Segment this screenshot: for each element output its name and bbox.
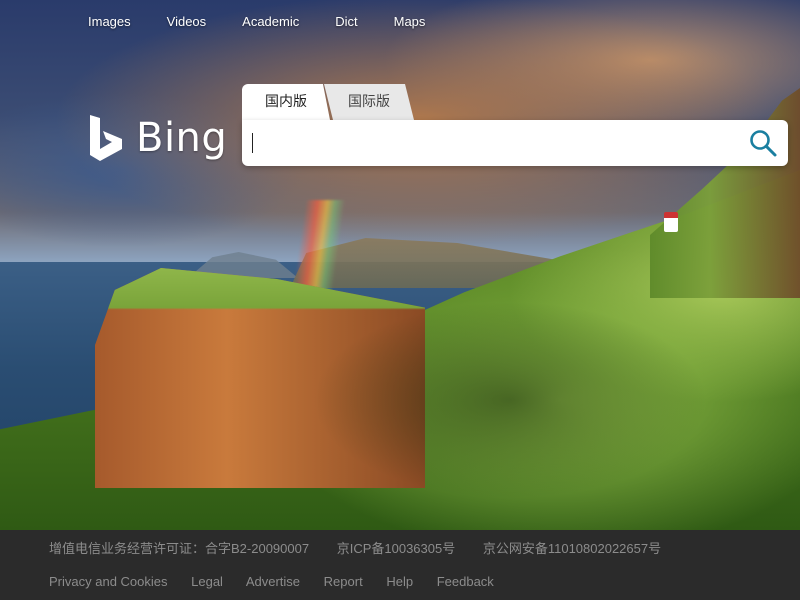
bing-logo[interactable]: Bing — [88, 112, 227, 164]
footer-licenses: 增值电信业务经营许可证：合字B2-20090007 京ICP备10036305号… — [49, 538, 685, 557]
bing-wordmark: Bing — [136, 115, 228, 161]
nav-academic[interactable]: Academic — [242, 12, 299, 32]
tab-international[interactable]: 国际版 — [324, 84, 414, 120]
link-feedback[interactable]: Feedback — [437, 574, 494, 589]
link-legal[interactable]: Legal — [191, 574, 223, 589]
lighthouse — [664, 212, 678, 232]
background-image — [0, 0, 800, 530]
nav-maps[interactable]: Maps — [394, 12, 426, 32]
link-advertise[interactable]: Advertise — [246, 574, 300, 589]
search-input[interactable] — [242, 120, 732, 166]
footer: 增值电信业务经营许可证：合字B2-20090007 京ICP备10036305号… — [0, 530, 800, 600]
license-telecom[interactable]: 增值电信业务经营许可证：合字B2-20090007 — [49, 541, 309, 556]
text-cursor — [252, 133, 253, 153]
nav-images[interactable]: Images — [88, 12, 131, 32]
search-box — [242, 120, 788, 166]
bing-b-icon — [88, 113, 124, 163]
hill-shadow — [250, 280, 770, 530]
footer-links: Privacy and Cookies Legal Advertise Repo… — [49, 574, 514, 589]
nav-videos[interactable]: Videos — [167, 12, 207, 32]
license-icp[interactable]: 京ICP备10036305号 — [337, 541, 456, 556]
link-report[interactable]: Report — [324, 574, 363, 589]
tab-domestic[interactable]: 国内版 — [242, 84, 330, 120]
top-nav: Images Videos Academic Dict Maps — [88, 12, 461, 32]
link-privacy-cookies[interactable]: Privacy and Cookies — [49, 574, 168, 589]
link-help[interactable]: Help — [386, 574, 413, 589]
nav-dict[interactable]: Dict — [335, 12, 357, 32]
search-icon[interactable] — [748, 128, 778, 158]
license-public-security[interactable]: 京公网安备11010802022657号 — [483, 541, 661, 556]
